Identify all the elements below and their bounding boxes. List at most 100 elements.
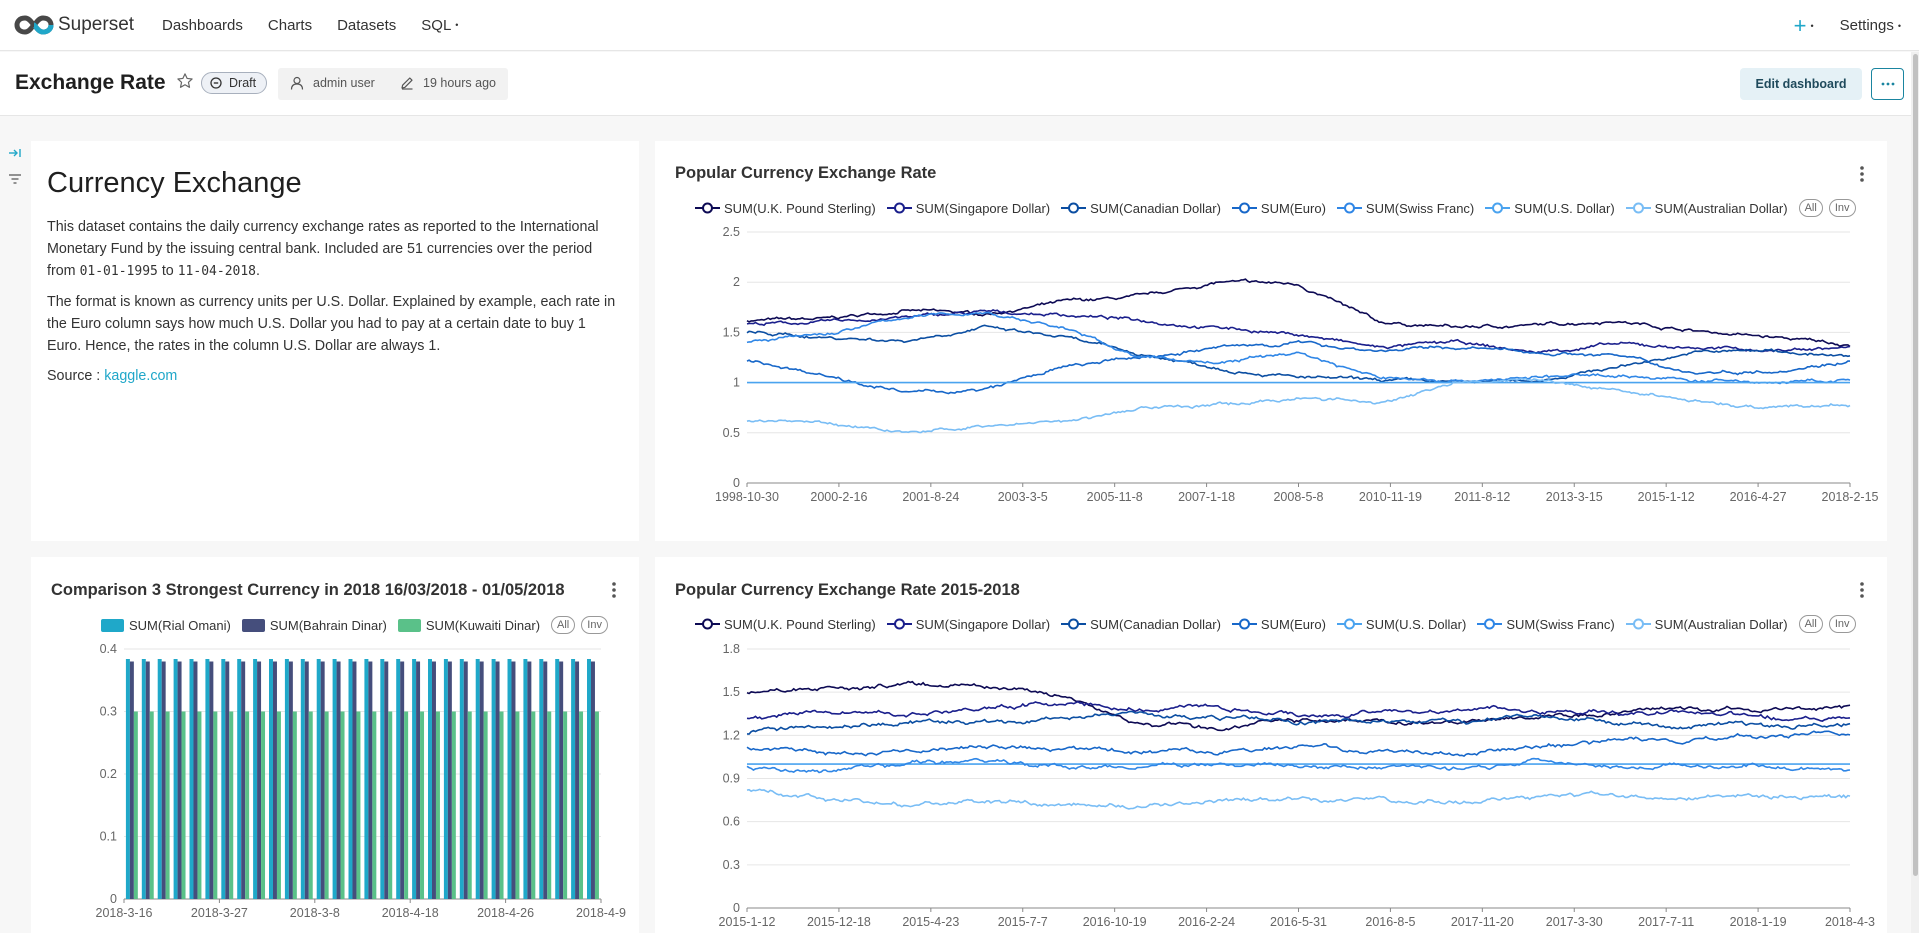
markdown-paragraph-2: The format is known as currency units pe… [47, 294, 616, 354]
source-link[interactable]: kaggle.com [104, 368, 177, 384]
superset-logo-icon [14, 15, 54, 35]
superset-logo[interactable]: Superset [14, 14, 144, 36]
draft-status-icon [210, 77, 222, 89]
x-tick-label: 2015-4-23 [902, 915, 959, 929]
x-tick-label: 2001-8-24 [902, 490, 959, 504]
series-line [746, 339, 1850, 395]
x-tick-label: 2016-10-19 [1083, 915, 1147, 929]
bar [161, 661, 166, 899]
expand-sidebar-icon[interactable] [8, 146, 22, 160]
x-tick-label: 2018-3-16 [96, 906, 153, 920]
bar [276, 711, 281, 899]
bar [288, 661, 293, 899]
bar [189, 659, 194, 899]
bar [177, 661, 182, 899]
bar [555, 659, 560, 899]
scrollbar-thumb[interactable] [1913, 54, 1918, 876]
x-tick-label: 2016-4-27 [1730, 490, 1787, 504]
x-tick-label: 2015-1-12 [719, 915, 776, 929]
nav-datasets[interactable]: Datasets [337, 17, 396, 34]
x-tick-label: 2018-4-3 [1825, 915, 1875, 929]
bar [336, 661, 341, 899]
nav-dashboards[interactable]: Dashboards [162, 17, 243, 34]
bar [495, 661, 500, 899]
bar [463, 661, 468, 899]
y-tick-label: 0 [110, 892, 117, 906]
page-title[interactable]: Exchange Rate [15, 71, 166, 95]
x-tick-label: 2016-5-31 [1270, 915, 1327, 929]
star-icon[interactable] [176, 72, 194, 90]
settings-label: Settings [1839, 17, 1894, 34]
plus-icon[interactable]: + [1794, 13, 1807, 39]
bar [380, 659, 385, 899]
bar [261, 711, 266, 899]
bar [515, 711, 520, 899]
bar [225, 661, 230, 899]
status-badge[interactable]: Draft [201, 72, 268, 94]
bar [145, 661, 150, 899]
bar [181, 711, 186, 899]
bar [229, 711, 234, 899]
bar [563, 711, 568, 899]
x-tick-label: 2015-7-7 [998, 915, 1048, 929]
bar [511, 661, 516, 899]
edit-dashboard-button[interactable]: Edit dashboard [1740, 68, 1862, 100]
x-tick-label: 2015-12-18 [807, 915, 871, 929]
bar [499, 711, 504, 899]
bar [205, 659, 210, 899]
pencil-icon [401, 77, 413, 90]
nav-charts[interactable]: Charts [268, 17, 312, 34]
bar [253, 659, 258, 899]
bar [316, 659, 321, 899]
x-tick-label: 2007-1-18 [1178, 490, 1235, 504]
bar [368, 661, 373, 899]
y-tick-label: 0 [733, 476, 740, 490]
bar [284, 659, 289, 899]
bar [372, 711, 377, 899]
chart-card-3: Popular Currency Exchange Rate 2015-2018… [655, 557, 1887, 933]
x-tick-label: 2018-4-9 [576, 906, 626, 920]
bar [483, 711, 488, 899]
x-tick-label: 2005-11-8 [1087, 490, 1143, 504]
x-tick-label: 1998-10-30 [715, 490, 779, 504]
chart-card-2: Comparison 3 Strongest Currency in 2018 … [31, 557, 639, 933]
bar [149, 711, 154, 899]
bar [443, 659, 448, 899]
series-line [746, 324, 1851, 384]
series-line [746, 309, 1851, 354]
bar [547, 711, 552, 899]
bar [141, 659, 146, 899]
filter-icon[interactable] [8, 173, 22, 185]
bar [412, 659, 417, 899]
x-tick-label: 2015-1-12 [1638, 490, 1695, 504]
x-tick-label: 2013-3-15 [1546, 490, 1603, 504]
markdown-card: Currency Exchange This dataset contains … [31, 141, 639, 541]
bar [269, 659, 273, 899]
owner-info: admin user [290, 76, 375, 90]
bar [475, 659, 480, 899]
bar [431, 661, 436, 899]
dashboard-header: Exchange Rate Draft admin user 19 hours … [0, 52, 1919, 116]
bar [320, 661, 325, 899]
chart-plot: 0 0.3 0.6 0.9 1.2 1.5 1.8 2015-1-12 2015-12-18 20… [719, 642, 1876, 929]
bar [352, 661, 357, 899]
bar [165, 711, 170, 899]
bar [575, 661, 580, 899]
markdown-paragraph-1: This dataset contains the daily currency… [47, 216, 623, 283]
source-label: Source : [47, 368, 105, 384]
bar [157, 659, 162, 899]
bar [340, 711, 345, 899]
nav-sql[interactable]: SQL • [421, 17, 458, 34]
more-options-button[interactable] [1871, 68, 1904, 100]
x-tick-label: 2017-7-11 [1638, 915, 1694, 929]
owner-name: admin user [313, 76, 375, 90]
bar [356, 711, 361, 899]
bar [467, 711, 472, 899]
markdown-text: . [256, 263, 260, 279]
settings-menu[interactable]: Settings • [1840, 17, 1901, 34]
bar [213, 711, 218, 899]
bar [348, 659, 353, 899]
markdown-heading: Currency Exchange [47, 167, 302, 199]
chart-plot: 0 0.5 1 1.5 2 2.5 1998-10-30 2000-2-16 2001-8-24… [715, 225, 1879, 504]
x-tick-label: 2018-3-27 [191, 906, 248, 920]
